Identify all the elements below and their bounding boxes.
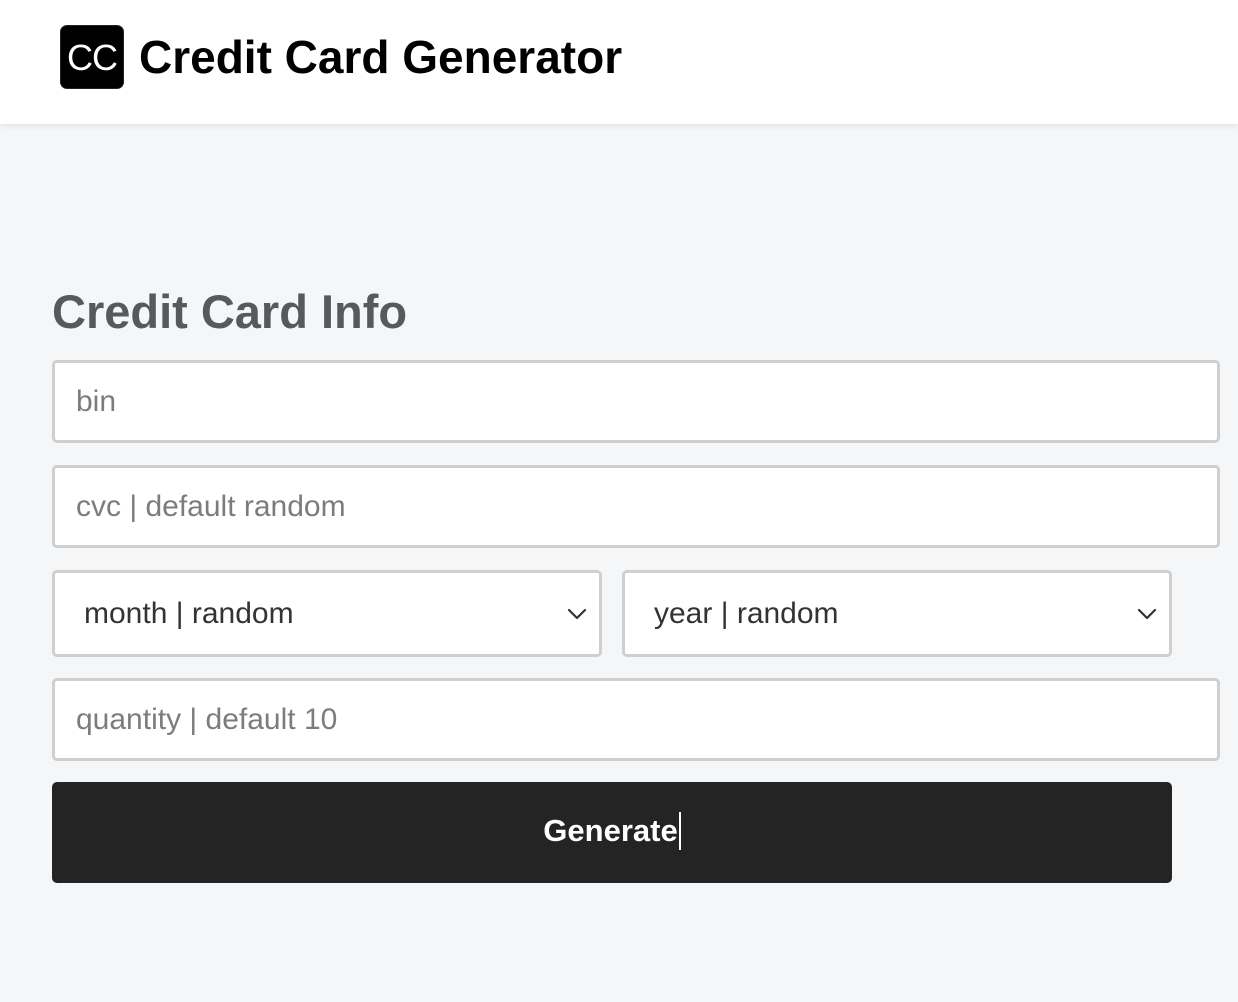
text-cursor <box>678 811 681 850</box>
form-title: Credit Card Info <box>52 285 408 338</box>
quantity-input[interactable] <box>55 681 1217 758</box>
generate-button-label: Generate <box>543 813 678 849</box>
month-select[interactable]: month | random <box>52 570 602 657</box>
chevron-down-icon <box>567 608 587 619</box>
generate-button[interactable]: Generate <box>52 782 1172 883</box>
site-header: CC Credit Card Generator <box>0 0 1238 124</box>
chevron-down-icon <box>1137 608 1157 619</box>
cvc-input[interactable] <box>55 468 1217 545</box>
bin-field <box>52 360 1220 443</box>
cc-logo-icon[interactable]: CC <box>60 25 124 89</box>
cvc-field <box>52 465 1220 548</box>
bin-input[interactable] <box>55 363 1217 440</box>
year-select[interactable]: year | random <box>622 570 1172 657</box>
quantity-field <box>52 678 1220 761</box>
year-select-value: year | random <box>654 596 839 630</box>
month-select-value: month | random <box>84 596 294 630</box>
site-title[interactable]: Credit Card Generator <box>139 27 622 87</box>
